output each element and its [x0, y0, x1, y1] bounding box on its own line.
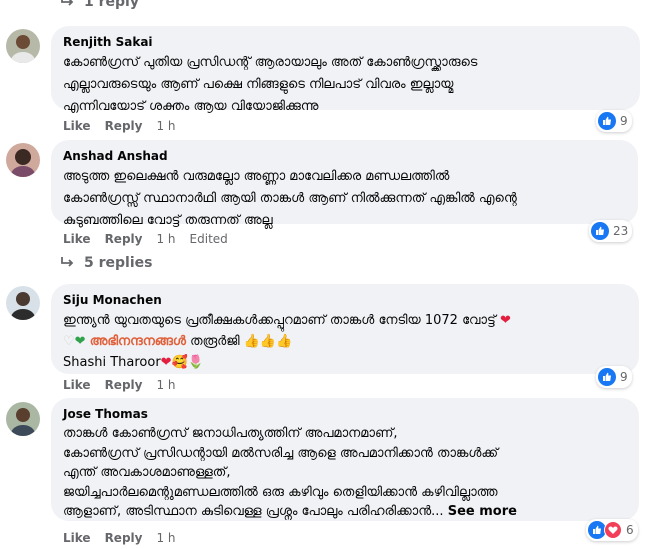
comment-text: അടുത്ത ഇലെക്ഷൻ വരുമല്ലോ അണ്ണാ മാവേലിക്കര… — [63, 166, 626, 232]
comment-line: കോൺഗ്രസ്സ് സ്ഥാനാർഥി ആയി താങ്കൾ ആണ് നിൽക… — [63, 191, 517, 206]
comment-timestamp[interactable]: 1 h — [156, 531, 175, 545]
like-button[interactable]: Like — [63, 378, 91, 392]
like-reaction-icon — [598, 112, 616, 130]
comment-line: കുടുബത്തിലെ വോട്ട് തരുന്നത് അല്ല — [63, 213, 273, 228]
comment-text: താങ്കൾ കോൺഗ്രസ് ജനാധിപത്യത്തിന് അപമാനമാണ… — [63, 424, 627, 522]
reply-arrow-icon — [61, 0, 74, 6]
comment-line: എല്ലാവരുടെയും ആണ് പക്ഷെ നിങ്ങളുടെ നിലപാട… — [63, 77, 454, 92]
comment-timestamp[interactable]: 1 h — [156, 378, 175, 392]
comment-line: അടുത്ത ഇലെക്ഷൻ വരുമല്ലോ അണ്ണാ മാവേലിക്കര… — [63, 169, 450, 184]
reply-button[interactable]: Reply — [105, 531, 143, 545]
comment-line-text: ഇന്ത്യൻ യുവതയുടെ പ്രതീക്ഷകൾക്കപ്പുറമാണ് … — [63, 313, 496, 328]
comment-line: കോൺഗ്രസ് പുതിയ പ്രസിഡന്റ് ആരായാലും അത് ക… — [63, 55, 478, 70]
comment-author[interactable]: Renjith Sakai — [63, 34, 628, 50]
reply-button[interactable]: Reply — [105, 378, 143, 392]
comment-timestamp[interactable]: 1 h — [156, 119, 175, 133]
replies-count-label: 1 reply — [84, 0, 139, 10]
view-replies-link[interactable]: 5 replies — [60, 255, 152, 271]
comment: Siju Monachen ഇന്ത്യൻ യുവതയുടെ പ്രതീക്ഷക… — [6, 284, 646, 394]
highlighted-text: അഭിനന്ദനങ്ങൾ — [89, 334, 186, 349]
reply-button[interactable]: Reply — [105, 232, 143, 246]
comment: Renjith Sakai കോൺഗ്രസ് പുതിയ പ്രസിഡന്റ് … — [6, 26, 646, 136]
comment-line: താങ്കൾ കോൺഗ്രസ് ജനാധിപത്യത്തിന് അപമാനമാണ… — [63, 426, 398, 441]
heart-emoji-icon: ❤ — [499, 313, 511, 328]
comment-line: ജയിച്ചപാർലമെന്റുമണ്ഡലത്തിൽ ഒരു കഴിവും തെ… — [63, 484, 498, 500]
comment-line-text: Shashi Tharoor — [63, 355, 161, 370]
reaction-count: 23 — [613, 224, 629, 238]
reply-button[interactable]: Reply — [105, 119, 143, 133]
view-replies-link[interactable]: 1 reply — [60, 0, 139, 10]
comment-author[interactable]: Siju Monachen — [63, 292, 627, 308]
comment-bubble: Siju Monachen ഇന്ത്യൻ യുവതയുടെ പ്രതീക്ഷക… — [51, 284, 639, 374]
edited-label[interactable]: Edited — [190, 232, 228, 246]
avatar[interactable] — [6, 286, 40, 320]
comment-bubble: Renjith Sakai കോൺഗ്രസ് പുതിയ പ്രസിഡന്റ് … — [51, 26, 640, 114]
replies-count-label: 5 replies — [84, 255, 153, 271]
comment-line: കോൺഗ്രസ് പ്രസിഡന്റായി മൽസരിച്ച ആളെ അപമാന… — [63, 445, 499, 461]
avatar[interactable] — [6, 29, 40, 63]
reaction-count: 6 — [626, 523, 634, 537]
comment: Jose Thomas താങ്കൾ കോൺഗ്രസ് ജനാധിപത്യത്ത… — [6, 398, 646, 549]
comment-line-text: ആളാണ്, അടിസ്ഥാന കുടിവെള്ള പ്രശ്നം പോലും … — [63, 504, 444, 519]
like-button[interactable]: Like — [63, 119, 91, 133]
comment-bubble: Jose Thomas താങ്കൾ കോൺഗ്രസ് ജനാധിപത്യത്ത… — [51, 398, 639, 521]
comment-text: ഇന്ത്യൻ യുവതയുടെ പ്രതീക്ഷകൾക്കപ്പുറമാണ് … — [63, 310, 627, 373]
like-reaction-icon — [591, 222, 609, 240]
comment-line: ഇന്ത്യൻ യുവതയുടെ പ്രതീക്ഷകൾക്കപ്പുറമാണ് … — [63, 310, 627, 331]
comment-text: കോൺഗ്രസ് പുതിയ പ്രസിഡന്റ് ആരായാലും അത് ക… — [63, 52, 628, 118]
comment-line: എന്നിവയോട് ശക്തം ആയ വിയോജിക്കുന്നു — [63, 99, 319, 114]
heart-emoji-icon: ❤ — [160, 355, 172, 370]
comment-author[interactable]: Anshad Anshad — [63, 148, 626, 164]
reply-arrow-icon — [61, 257, 74, 267]
comment-line-text: തരൂർജി 👍👍👍 — [190, 334, 293, 349]
avatar[interactable] — [6, 402, 40, 436]
comment-timestamp[interactable]: 1 h — [156, 232, 175, 246]
reaction-summary[interactable]: 23 — [589, 220, 633, 242]
comment-actions: Like Reply 1 h — [63, 119, 176, 133]
reaction-summary[interactable]: 9 — [596, 110, 632, 132]
avatar[interactable] — [6, 143, 40, 177]
white-heart-emoji-icon: ♡ — [63, 334, 75, 349]
reaction-count: 9 — [620, 370, 628, 384]
emoji-group: 🥰🌷 — [171, 355, 204, 370]
comment-line: Shashi Tharoor❤🥰🌷 — [63, 352, 627, 373]
comment-line: എന്ത് അവകാശമാണുള്ളത്, — [63, 465, 231, 480]
comment-bubble: Anshad Anshad അടുത്ത ഇലെക്ഷൻ വരുമല്ലോ അണ… — [51, 140, 638, 228]
comment-line: ♡❤ അഭിനന്ദനങ്ങൾ തരൂർജി 👍👍👍 — [63, 331, 627, 352]
love-reaction-icon — [604, 521, 622, 539]
like-button[interactable]: Like — [63, 232, 91, 246]
green-heart-emoji-icon: ❤ — [74, 334, 86, 349]
comment-actions: Like Reply 1 h — [63, 531, 176, 545]
comment-actions: Like Reply 1 h — [63, 378, 176, 392]
reaction-summary[interactable]: 9 — [596, 366, 632, 388]
reaction-summary[interactable]: 6 — [586, 519, 638, 541]
like-button[interactable]: Like — [63, 531, 91, 545]
like-reaction-icon — [598, 368, 616, 386]
comment-actions: Like Reply 1 h Edited — [63, 232, 228, 246]
see-more-link[interactable]: See more — [448, 504, 517, 519]
comment-author[interactable]: Jose Thomas — [63, 406, 627, 422]
comment-line: ആളാണ്, അടിസ്ഥാന കുടിവെള്ള പ്രശ്നം പോലും … — [63, 502, 627, 522]
comment: Anshad Anshad അടുത്ത ഇലെക്ഷൻ വരുമല്ലോ അണ… — [6, 140, 646, 275]
reaction-count: 9 — [620, 114, 628, 128]
